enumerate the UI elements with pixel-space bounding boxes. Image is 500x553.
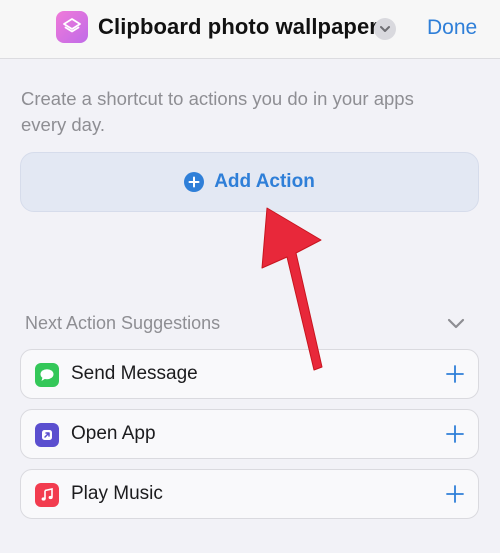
suggestions-title: Next Action Suggestions	[25, 313, 221, 333]
suggestion-label: Send Message	[71, 363, 198, 384]
collapse-chevron-icon[interactable]	[445, 316, 467, 332]
title-menu-button[interactable]	[374, 18, 396, 40]
chevron-down-icon	[380, 26, 390, 32]
add-suggestion-plus-icon[interactable]	[445, 484, 465, 504]
done-button[interactable]: Done	[427, 16, 477, 40]
open-app-icon	[35, 423, 59, 447]
add-suggestion-plus-icon[interactable]	[445, 424, 465, 444]
messages-icon	[35, 363, 59, 387]
suggestion-label: Open App	[71, 423, 156, 444]
music-icon	[35, 483, 59, 507]
add-action-button[interactable]: Add Action	[20, 152, 479, 212]
suggestion-play-music[interactable]: Play Music	[20, 469, 479, 519]
suggestion-label: Play Music	[71, 483, 163, 504]
add-action-label: Add Action	[214, 171, 315, 192]
suggestion-send-message[interactable]: Send Message	[20, 349, 479, 399]
shortcut-description: Create a shortcut to actions you do in y…	[21, 88, 414, 135]
shortcuts-layers-icon[interactable]	[56, 11, 88, 43]
add-suggestion-plus-icon[interactable]	[445, 364, 465, 384]
shortcut-title[interactable]: Clipboard photo wallpaper	[98, 14, 378, 40]
suggestion-open-app[interactable]: Open App	[20, 409, 479, 459]
plus-circle-icon	[184, 172, 205, 192]
header-bar: Clipboard photo wallpaper Done	[0, 0, 500, 59]
